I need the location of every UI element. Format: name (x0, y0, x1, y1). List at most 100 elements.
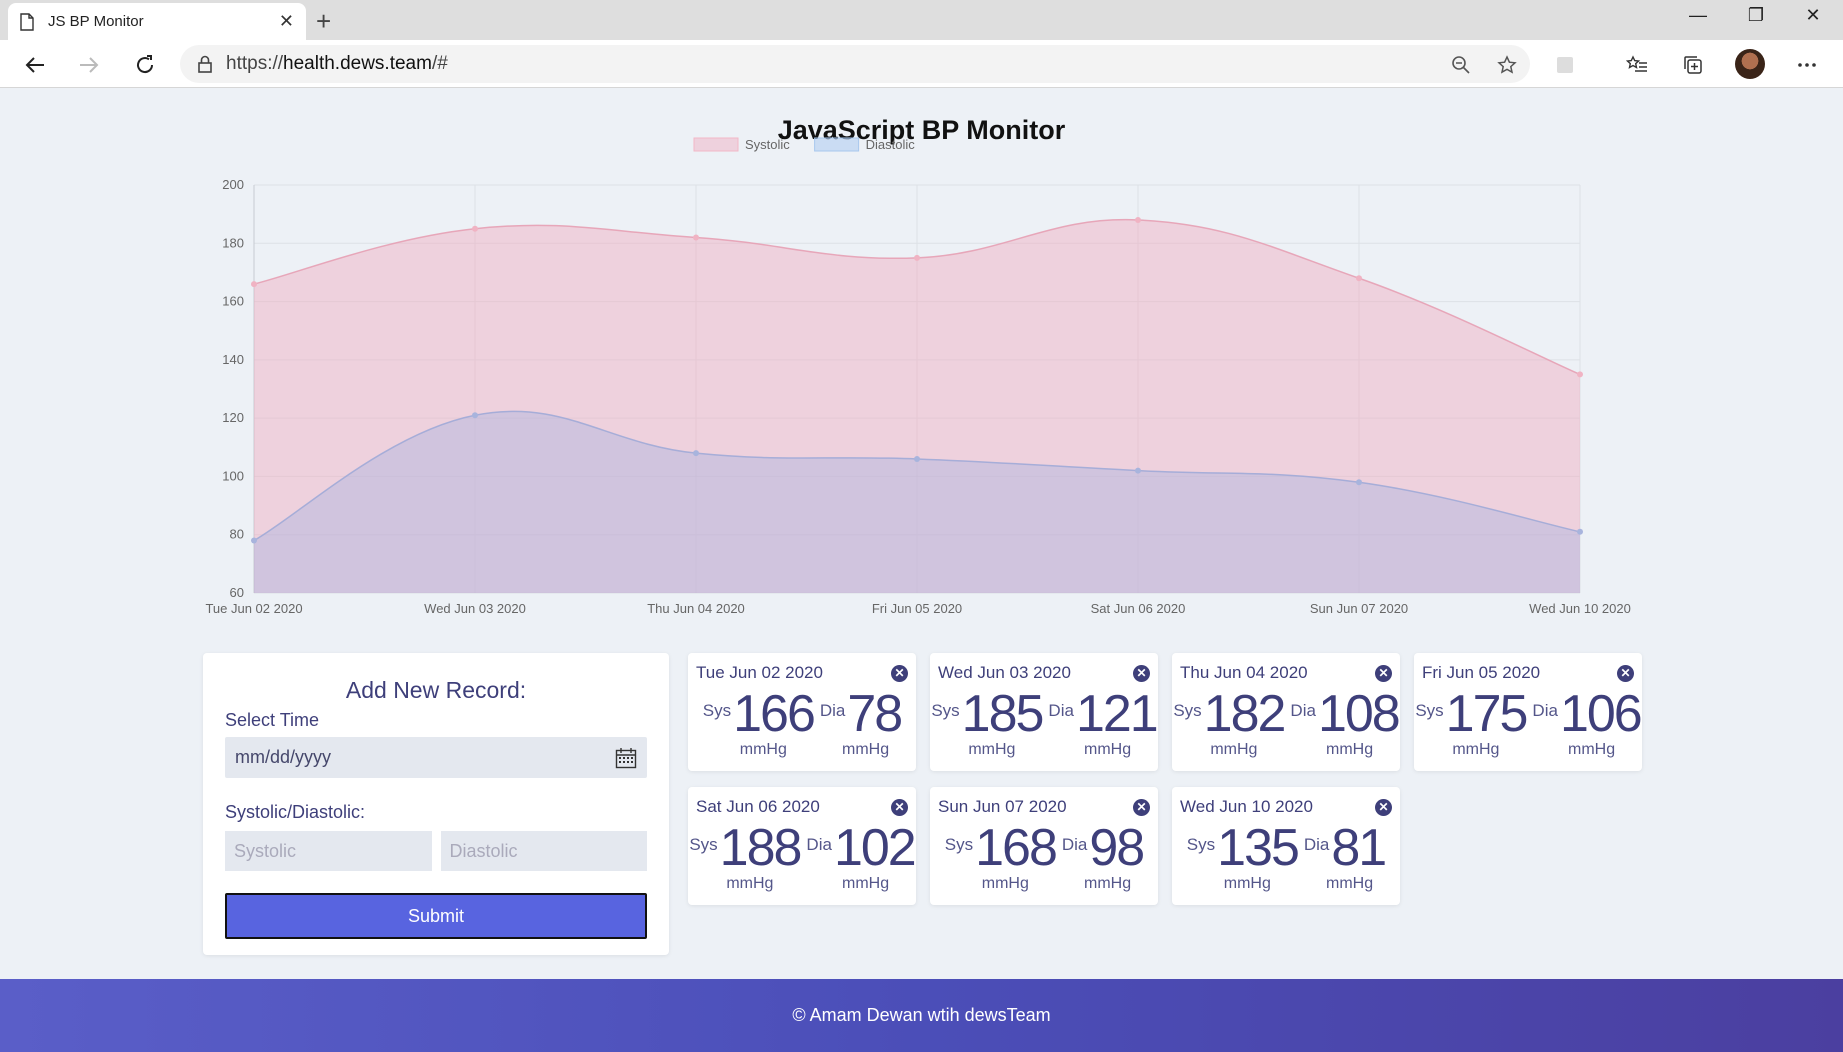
record-header: Thu Jun 04 2020 ✕ (1180, 663, 1392, 683)
record-card: Wed Jun 03 2020 ✕ Sys 185 mmHg Dia 121 mmHg (930, 653, 1159, 771)
record-header: Sat Jun 06 2020 ✕ (696, 797, 908, 817)
point-systolic (1577, 371, 1583, 378)
new-tab-icon[interactable]: + (316, 6, 331, 37)
browser-tab-strip: JS BP Monitor ✕ + — ❐ ✕ (0, 0, 1843, 40)
delete-record-icon[interactable]: ✕ (1617, 664, 1634, 682)
calendar-icon[interactable] (615, 747, 637, 769)
record-values: Sys 188 mmHg Dia 102 mmHg (689, 819, 916, 892)
delete-record-icon[interactable]: ✕ (891, 798, 908, 816)
x-tick-label: Wed Jun 03 2020 (424, 601, 526, 616)
dia-label: Dia (1061, 835, 1088, 854)
page-icon (20, 12, 34, 31)
record-card: Fri Jun 05 2020 ✕ Sys 175 mmHg Dia 106 mmHg (1414, 653, 1643, 771)
dia-label: Dia (1303, 835, 1330, 854)
diastolic-input[interactable]: Diastolic (440, 831, 647, 871)
sys-label: Sys (1415, 701, 1444, 720)
delete-record-icon[interactable]: ✕ (1375, 664, 1392, 682)
sys-label: Sys (1186, 835, 1216, 854)
refresh-icon[interactable] (130, 50, 160, 80)
point-diastolic (472, 412, 478, 419)
dia-unit: mmHg (1326, 741, 1374, 758)
zoom-icon[interactable] (1446, 50, 1476, 80)
x-tick-label: Wed Jun 10 2020 (1529, 601, 1631, 616)
diastolic-group: Dia 106 mmHg (1532, 685, 1643, 758)
forward-icon[interactable] (74, 50, 104, 80)
record-card: Sat Jun 06 2020 ✕ Sys 188 mmHg Dia 102 mmHg (688, 787, 917, 905)
form-title: Add New Record: (345, 677, 527, 703)
y-tick-label: 140 (222, 352, 244, 367)
record-values: Sys 175 mmHg Dia 106 mmHg (1415, 685, 1642, 758)
record-card: Sun Jun 07 2020 ✕ Sys 168 mmHg Dia 98 mmHg (930, 787, 1158, 905)
record-values: Sys 168 mmHg Dia 98 mmHg (938, 819, 1150, 892)
point-systolic (1135, 216, 1141, 223)
y-tick-label: 180 (222, 235, 244, 250)
sys-unit: mmHg (981, 875, 1029, 892)
back-icon[interactable] (20, 50, 50, 80)
more-menu-icon[interactable] (1792, 50, 1822, 80)
profile-avatar[interactable] (1735, 49, 1765, 79)
x-tick-label: Sun Jun 07 2020 (1310, 601, 1408, 616)
sys-unit: mmHg (1210, 741, 1258, 758)
record-header: Sun Jun 07 2020 ✕ (938, 797, 1150, 817)
diastolic-value: 81 (1331, 819, 1387, 877)
systolic-group: Sys 135 mmHg (1186, 819, 1300, 892)
delete-record-icon[interactable]: ✕ (1133, 664, 1150, 682)
record-values: Sys 182 mmHg Dia 108 mmHg (1173, 685, 1400, 758)
diastolic-group: Dia 102 mmHg (806, 819, 917, 892)
minimize-icon[interactable]: — (1670, 0, 1726, 30)
url-host: health.dews.team (283, 53, 432, 74)
browser-tab[interactable]: JS BP Monitor ✕ (8, 3, 306, 40)
record-values: Sys 166 mmHg Dia 78 mmHg (696, 685, 908, 758)
favorite-star-icon[interactable] (1492, 50, 1522, 80)
collections-icon[interactable] (1678, 50, 1708, 80)
diastolic-value: 106 (1559, 685, 1643, 743)
dia-unit: mmHg (1084, 875, 1132, 892)
footer-text: © Amam Dewan wtih dewsTeam (792, 1005, 1051, 1025)
bp-chart-svg: 60 80 100 120 140 160 180 200 Tue Jun 02 2020 Wed… (205, 137, 1631, 616)
url-text: https://health.dews.team/# (226, 53, 448, 75)
delete-record-icon[interactable]: ✕ (1375, 798, 1392, 816)
point-diastolic (693, 450, 699, 457)
record-values: Sys 185 mmHg Dia 121 mmHg (931, 685, 1158, 758)
systolic-group: Sys 166 mmHg (703, 685, 816, 758)
point-systolic (914, 254, 920, 261)
systolic-value: 182 (1203, 685, 1287, 743)
systolic-input[interactable]: Systolic (225, 831, 432, 871)
extension-icon[interactable] (1550, 50, 1580, 80)
x-tick-label: Sat Jun 06 2020 (1091, 601, 1186, 616)
delete-record-icon[interactable]: ✕ (1133, 798, 1150, 816)
x-tick-label: Fri Jun 05 2020 (872, 601, 962, 616)
record-header: Tue Jun 02 2020 ✕ (696, 663, 908, 683)
systolic-value: 175 (1445, 685, 1529, 743)
record-card: Tue Jun 02 2020 ✕ Sys 166 mmHg Dia 78 mmHg (688, 653, 916, 771)
close-tab-icon[interactable]: ✕ (279, 11, 294, 32)
record-date: Wed Jun 03 2020 (938, 663, 1071, 682)
y-tick-label: 200 (222, 177, 244, 192)
sys-unit: mmHg (739, 741, 787, 758)
window-close-icon[interactable]: ✕ (1785, 0, 1841, 30)
record-date: Sat Jun 06 2020 (696, 797, 820, 816)
legend-label-systolic: Systolic (745, 137, 790, 152)
submit-button[interactable]: Submit (225, 893, 647, 939)
dia-label: Dia (1290, 701, 1316, 720)
systolic-value: 166 (733, 685, 816, 743)
url-field[interactable]: https://health.dews.team/# (180, 45, 1530, 83)
favorites-icon[interactable] (1622, 50, 1652, 80)
point-diastolic (1356, 479, 1362, 486)
systolic-value: 188 (719, 819, 803, 877)
delete-record-icon[interactable]: ✕ (891, 664, 908, 682)
date-field[interactable]: mm/dd/yyyy (225, 737, 647, 778)
diastolic-value: 78 (847, 685, 903, 743)
restore-icon[interactable]: ❐ (1728, 0, 1784, 30)
y-tick-label: 120 (222, 410, 244, 425)
y-tick-label: 60 (230, 585, 244, 600)
point-diastolic (251, 537, 257, 544)
diastolic-group: Dia 98 mmHg (1061, 819, 1145, 892)
diastolic-group: Dia 78 mmHg (820, 685, 903, 758)
dia-unit: mmHg (1326, 875, 1374, 892)
sys-unit: mmHg (726, 875, 774, 892)
diastolic-value: 121 (1075, 685, 1159, 743)
diastolic-value: 102 (833, 819, 917, 877)
url-path: /# (431, 53, 448, 74)
systolic-value: 135 (1217, 819, 1300, 877)
